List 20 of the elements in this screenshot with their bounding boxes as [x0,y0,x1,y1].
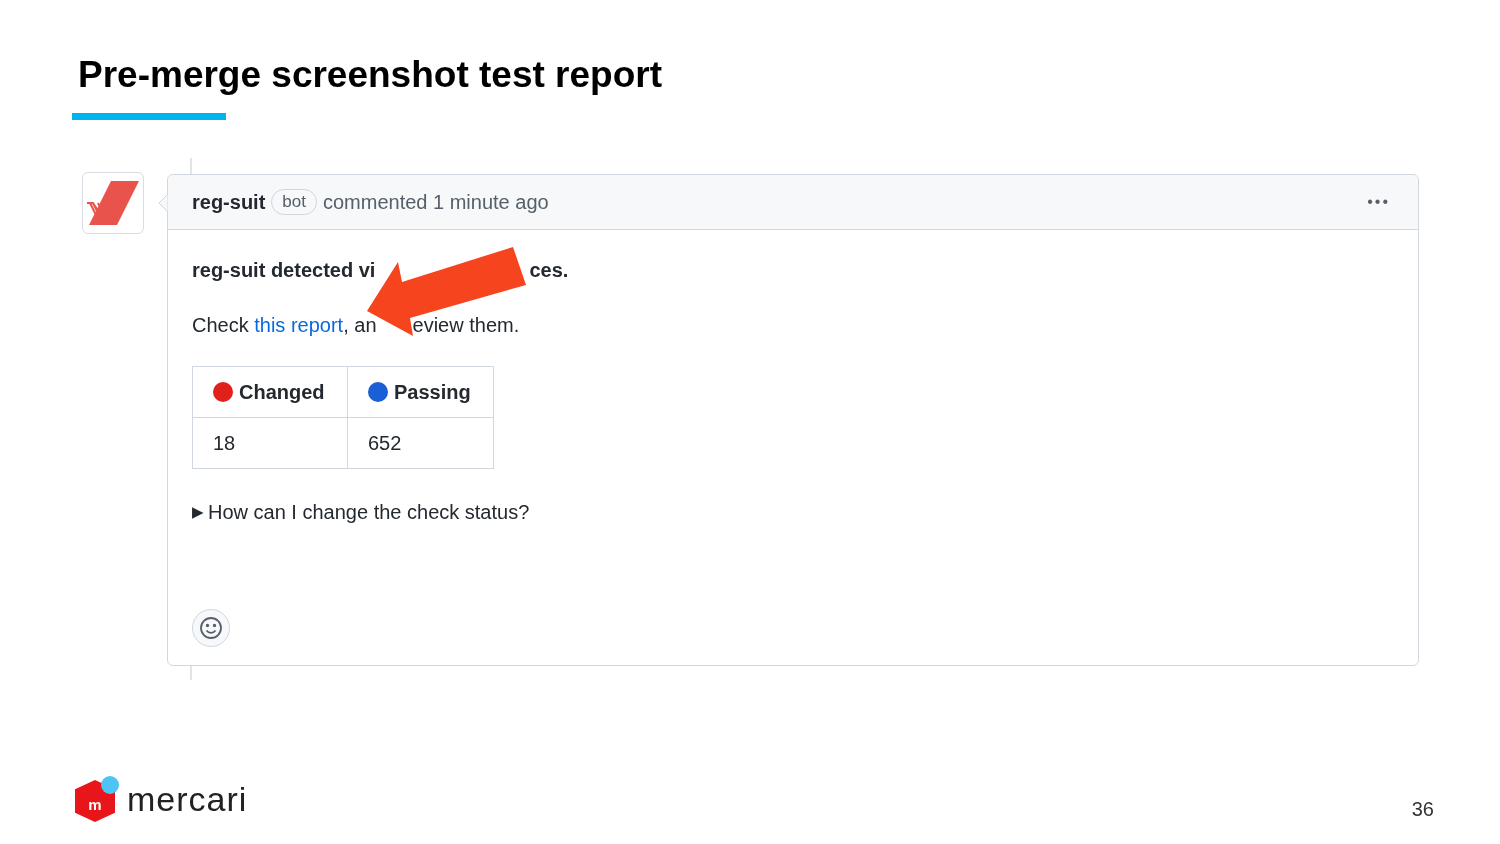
comment-time: commented 1 minute ago [323,190,549,215]
comment-heading: ces. [529,258,569,283]
emoji-reaction-button[interactable] [192,609,230,647]
column-label: Passing [394,380,471,405]
table-cell: 18 [192,417,348,469]
comment-text: eview them. [412,313,520,338]
comment-heading: reg-suit detected vi [192,258,376,283]
details-toggle[interactable]: ▶ How can I change the check status? [192,497,530,527]
slide-title: Pre-merge screenshot test report [78,53,662,97]
author-link[interactable]: reg-suit [192,187,266,217]
column-label: Changed [239,380,325,405]
logo-mark: m [88,794,102,815]
logo-wordmark: mercari [127,782,248,816]
more-options-button[interactable]: ••• [1367,190,1390,214]
table-cell: 652 [347,417,494,469]
smiley-icon [199,616,223,640]
check-logo-icon [87,181,139,225]
comment-text: Check this report, an [192,313,377,338]
page-number: 36 [1411,797,1434,822]
report-link[interactable]: this report [254,314,344,336]
